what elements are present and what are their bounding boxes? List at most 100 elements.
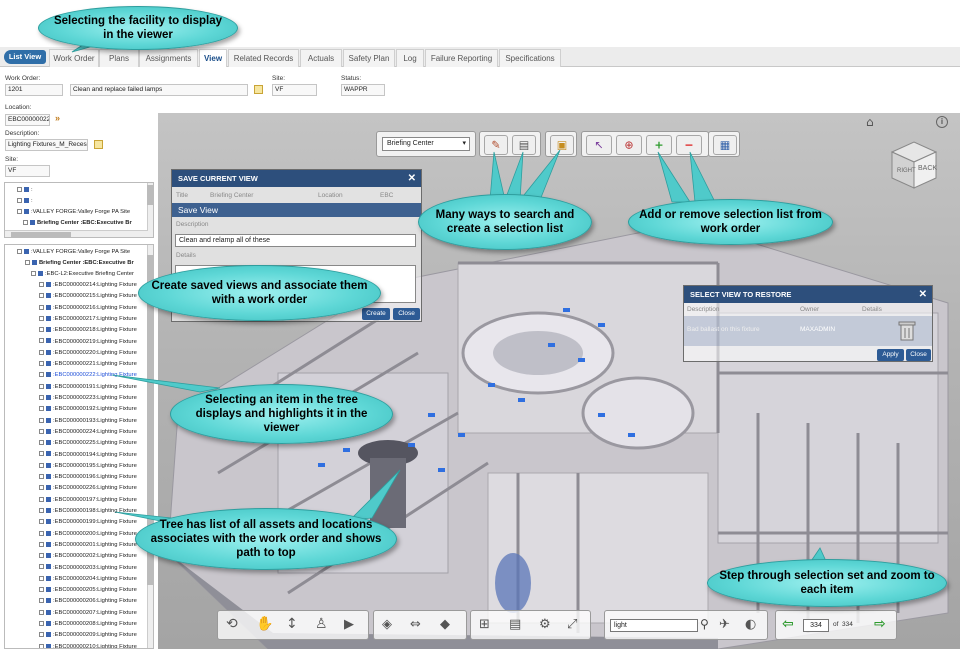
tree-item[interactable]: :EBC000000223:Lighting Fixture [39,393,137,404]
tab-actuals[interactable]: Actuals [300,49,342,67]
apply-button[interactable]: Apply [877,349,904,361]
expand-icon[interactable] [39,609,44,615]
expand-icon[interactable] [39,281,44,287]
tree-item[interactable]: :EBC000000191:Lighting Fixture [39,382,137,393]
save-view-button[interactable]: ✎ [484,135,508,155]
tab-failure-reporting[interactable]: Failure Reporting [425,49,498,67]
work-order-field[interactable]: 1201 [5,84,63,96]
previous-arrow-icon[interactable]: ⇦ [782,616,794,632]
expand-icon[interactable] [39,530,44,536]
selection-index-input[interactable]: 334 [803,619,829,632]
expand-icon[interactable] [39,406,44,412]
tree-item[interactable]: :EBC000000226:Lighting Fixture [39,483,137,494]
facility-select[interactable]: Briefing Center ▾ [382,137,470,151]
tab-specifications[interactable]: Specifications [499,49,561,67]
clear-selection-icon[interactable]: ◐ [745,617,756,632]
expand-icon[interactable] [39,349,44,355]
tree-node[interactable]: : [17,196,33,207]
tab-work-order[interactable]: Work Order [49,49,99,67]
info-icon[interactable]: i [936,116,948,128]
expand-icon[interactable] [39,394,44,400]
add-to-work-order-button[interactable]: + [646,135,672,155]
tree-item[interactable]: :EBC000000195:Lighting Fixture [39,461,137,472]
expand-icon[interactable] [39,643,44,648]
tree-item[interactable]: :EBC000000207:Lighting Fixture [39,608,137,619]
expand-icon[interactable] [39,417,44,423]
selection-list-button[interactable]: ▦ [713,135,737,155]
explode-icon[interactable]: ◈ [382,617,392,632]
tree-item[interactable]: :EBC000000224:Lighting Fixture [39,427,137,438]
tree-item[interactable]: :EBC000000209:Lighting Fixture [39,630,137,641]
model-structure-icon[interactable]: ⊞ [479,617,490,632]
tree-item[interactable]: :EBC000000216:Lighting Fixture [39,303,137,314]
tree-node-floor[interactable]: :EBC-L2:Executive Briefing Center [31,269,134,280]
expand-icon[interactable] [39,315,44,321]
tab-log[interactable]: Log [396,49,424,67]
expand-icon[interactable] [39,519,44,525]
tree-item[interactable]: :EBC000000219:Lighting Fixture [39,337,137,348]
tree-item[interactable]: :EBC000000205:Lighting Fixture [39,585,137,596]
tree-item[interactable]: :EBC000000203:Lighting Fixture [39,563,137,574]
site-field-2[interactable]: VF [5,165,50,177]
work-order-description-field[interactable]: Clean and replace failed lamps [70,84,248,96]
expand-icon[interactable] [39,293,44,299]
tree-item[interactable]: :EBC000000202:Lighting Fixture [39,551,137,562]
expand-icon[interactable] [39,462,44,468]
view-name-field[interactable]: Save View [172,203,421,217]
expand-icon[interactable] [39,541,44,547]
pan-hand-icon[interactable]: ✋ [256,616,273,632]
long-description-icon[interactable] [254,85,263,94]
walk-icon[interactable]: ♙ [315,616,328,632]
tree-item[interactable]: :EBC000000206:Lighting Fixture [39,596,137,607]
tree-item[interactable]: :EBC000000208:Lighting Fixture [39,619,137,630]
site-field[interactable]: VF [272,84,317,96]
tree-node[interactable]: :VALLEY FORGE:Valley Forge PA Site [17,207,130,218]
tree-node-site[interactable]: :VALLEY FORGE:Valley Forge PA Site [17,247,130,258]
expand-icon[interactable] [39,587,44,593]
fullscreen-icon[interactable]: ⤢ [567,617,577,632]
tree-node[interactable]: Briefing Center :EBC:Executive Br [23,218,132,229]
trash-icon[interactable] [898,320,916,342]
tree-item[interactable]: :EBC000000215:Lighting Fixture [39,291,137,302]
tree-node[interactable]: : [17,185,33,196]
tree-item[interactable]: :EBC000000193:Lighting Fixture [39,416,137,427]
tab-related-records[interactable]: Related Records [228,49,299,67]
tab-view[interactable]: View [199,49,227,67]
expand-icon[interactable] [39,620,44,626]
tree-item[interactable]: :EBC000000210:Lighting Fixture [39,642,137,648]
expand-icon[interactable] [39,474,44,480]
gear-icon[interactable]: ⚙ [539,617,551,632]
tab-assignments[interactable]: Assignments [139,49,198,67]
tree-item[interactable]: :EBC000000214:Lighting Fixture [39,280,137,291]
tree-item[interactable]: :EBC000000200:Lighting Fixture [39,529,137,540]
vertical-scrollbar[interactable] [147,183,153,231]
close-icon[interactable]: ✕ [919,286,927,303]
description-field[interactable]: Lighting Fixtures_M_Recess [5,139,88,151]
tree-item[interactable]: :EBC000000196:Lighting Fixture [39,472,137,483]
fly-to-icon[interactable]: ✈ [719,617,730,632]
tree-item[interactable]: :EBC000000194:Lighting Fixture [39,450,137,461]
tree-item[interactable]: :EBC000000192:Lighting Fixture [39,404,137,415]
tab-safety-plan[interactable]: Safety Plan [343,49,395,67]
expand-icon[interactable] [39,564,44,570]
properties-icon[interactable]: ▤ [509,617,521,632]
expand-icon[interactable] [39,327,44,333]
zoom-icon[interactable]: ↕ [286,616,298,632]
close-icon[interactable]: ✕ [408,170,416,187]
expand-icon[interactable] [39,496,44,502]
search-icon[interactable]: ⚲ [700,617,709,631]
restore-view-row[interactable]: Bad ballast on this fixture MAXADMIN [684,316,932,346]
tree-item[interactable]: :EBC000000225:Lighting Fixture [39,438,137,449]
expand-icon[interactable] [39,575,44,581]
measure-icon[interactable]: ⇔ [410,617,421,632]
next-arrow-icon[interactable]: ⇨ [874,616,886,632]
tree-item[interactable]: :EBC000000218:Lighting Fixture [39,325,137,336]
expand-icon[interactable] [39,507,44,513]
tree-item[interactable]: :EBC000000199:Lighting Fixture [39,517,137,528]
expand-icon[interactable] [39,383,44,389]
tree-item[interactable]: :EBC000000217:Lighting Fixture [39,314,137,325]
double-chevron-icon[interactable]: » [55,113,60,123]
tree-item[interactable]: :EBC000000221:Lighting Fixture [39,359,137,370]
search-input[interactable]: light [610,619,698,632]
location-field[interactable]: EBC00000022 [5,114,50,126]
